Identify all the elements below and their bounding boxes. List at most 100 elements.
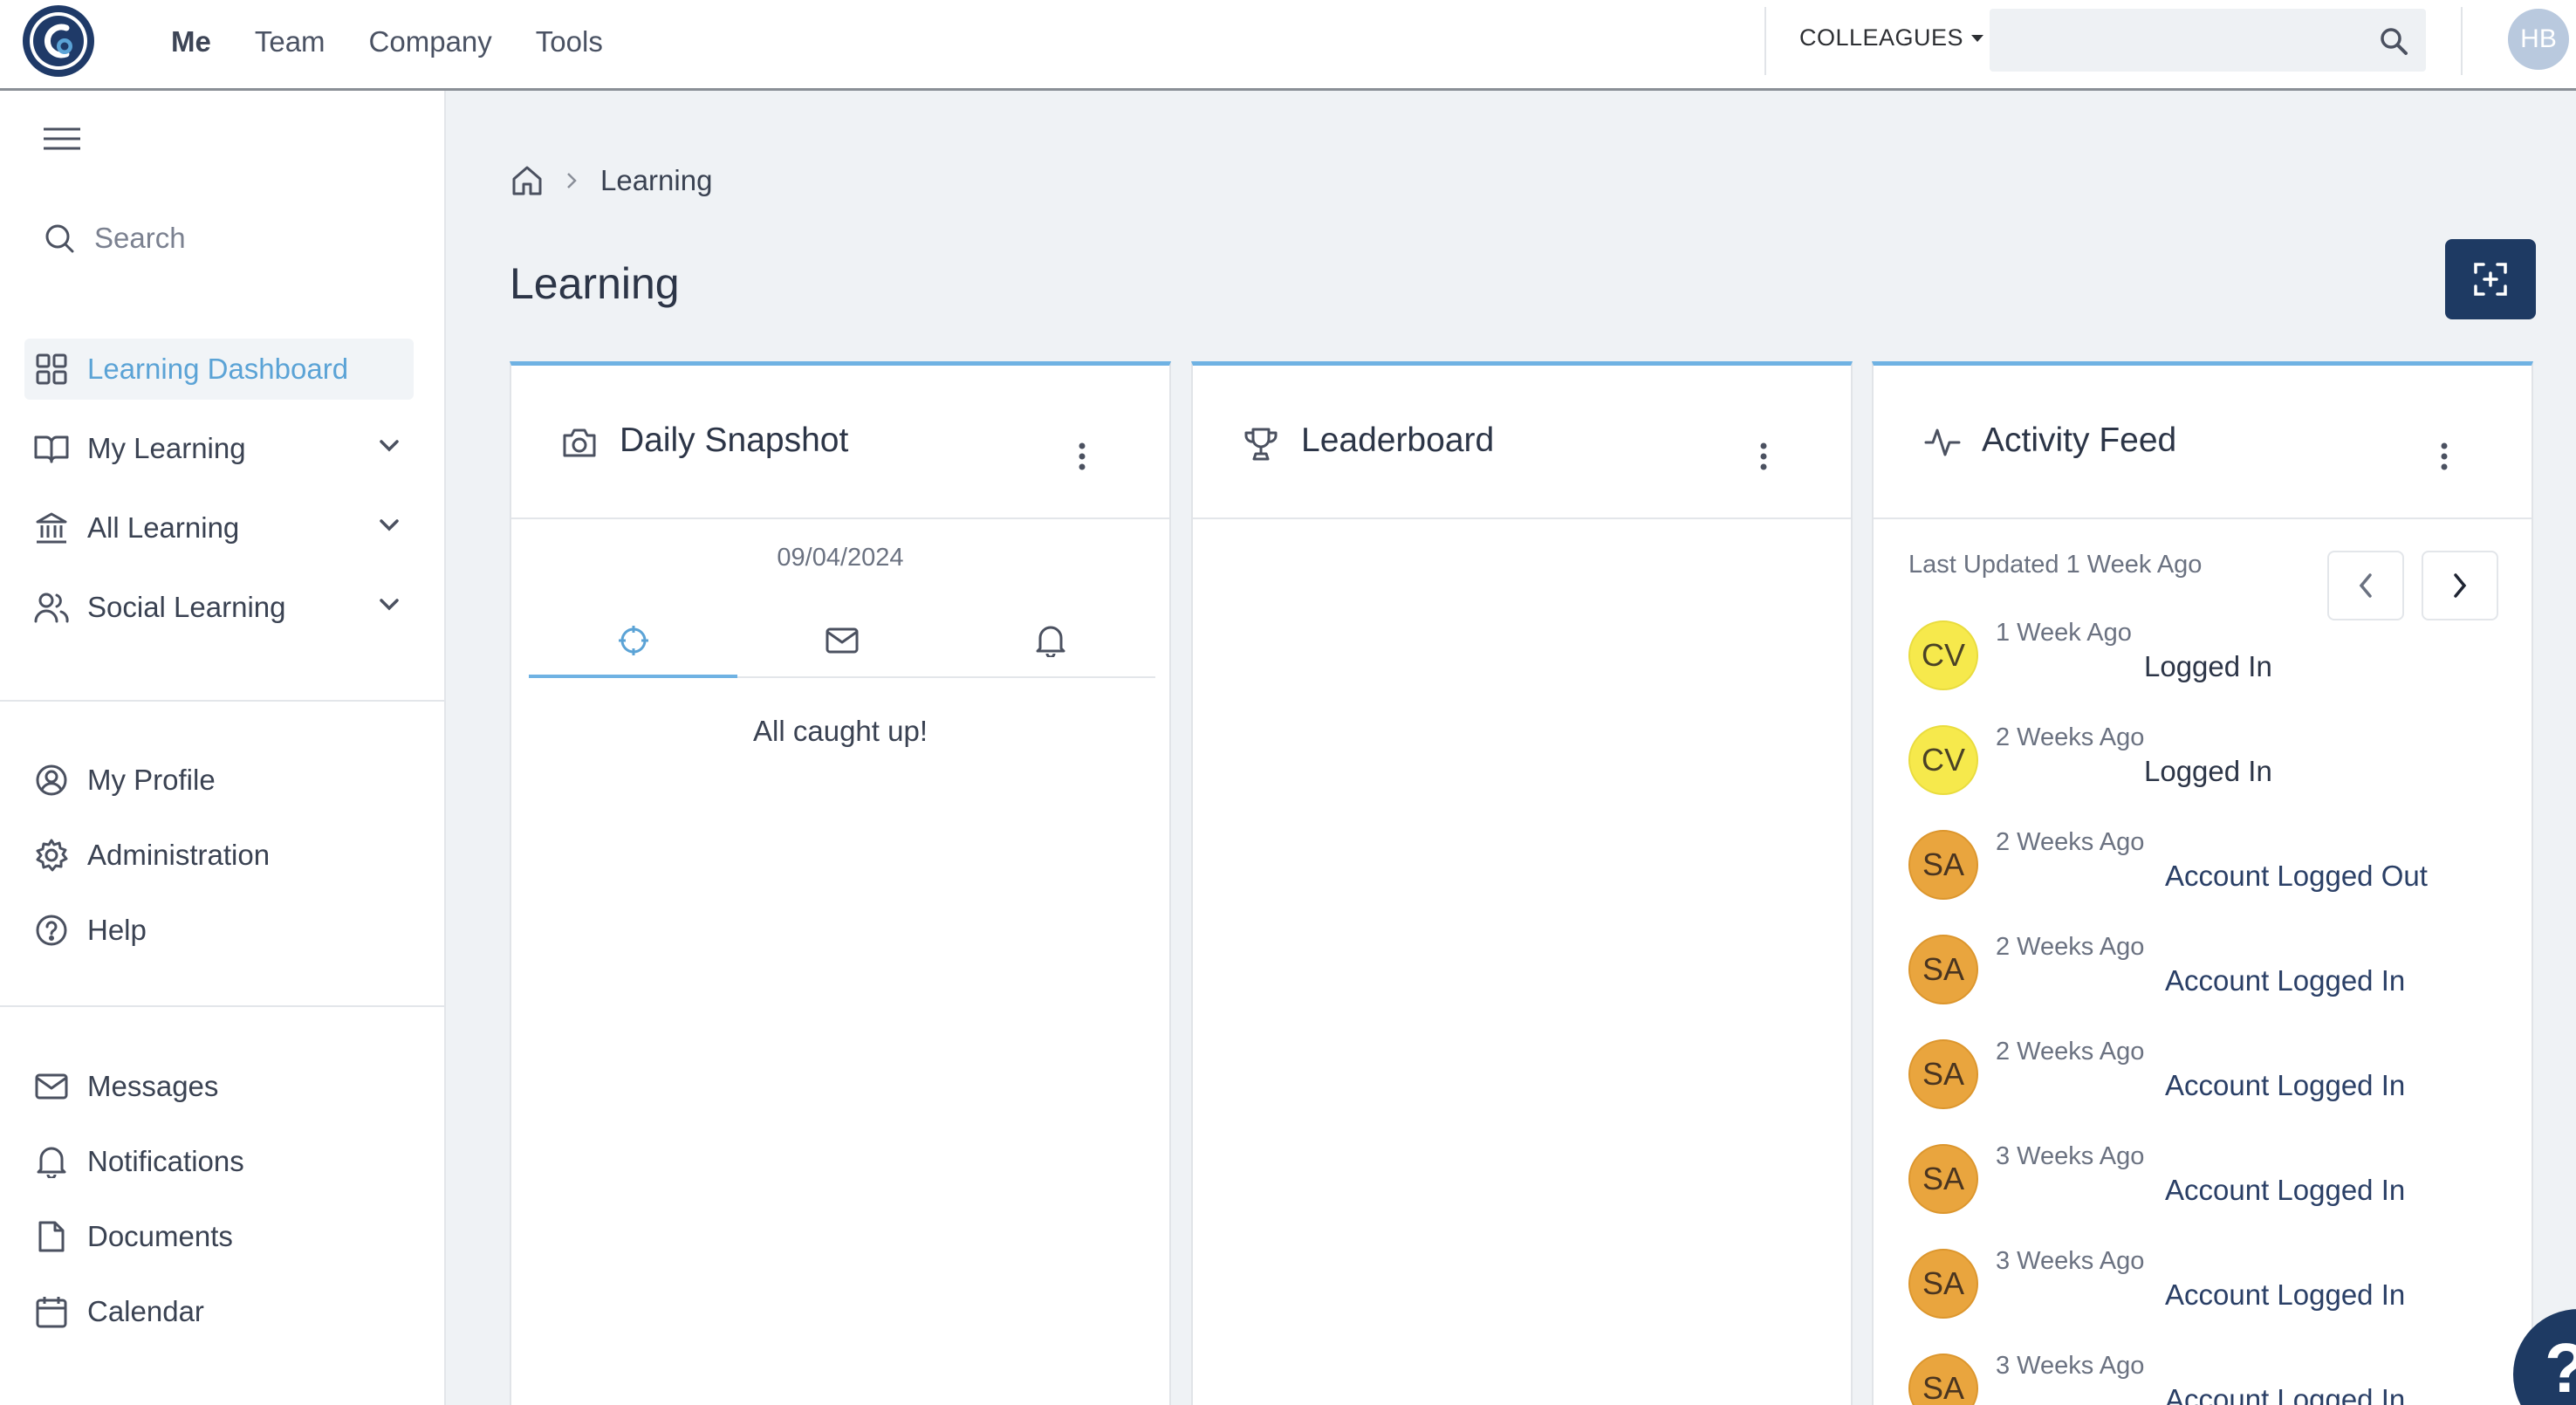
nav-tools[interactable]: Tools [536,25,647,58]
nav-company[interactable]: Company [369,25,536,58]
avatar[interactable]: SA [1908,1354,1978,1405]
avatar[interactable]: SA [1908,830,1978,900]
sidebar-item-label: Administration [87,839,271,871]
chevron-left-icon [2359,573,2372,598]
top-bar: Me Team Company Tools COLLEAGUES HB [0,0,2576,91]
activity-action: Account Logged In [2165,964,2406,997]
document-icon [33,1220,70,1253]
sidebar-item-learning-dashboard[interactable]: Learning Dashboard [24,339,414,400]
search-icon[interactable] [2379,26,2408,56]
sidebar-item-help[interactable]: Help [24,900,414,961]
more-options-icon[interactable] [2441,442,2448,470]
card-header: Activity Feed [1874,366,2531,519]
colleague-search-input[interactable] [1990,9,2426,72]
sidebar-item-all-learning[interactable]: All Learning [24,497,414,559]
divider [0,1005,444,1007]
sidebar-item-messages[interactable]: Messages [24,1056,414,1117]
activity-time: 3 Weeks Ago [1996,1247,2145,1275]
question-mark-icon: ? [2545,1328,2576,1405]
chevron-right-icon [565,171,578,190]
divider [1764,7,1766,75]
list-item: SA 3 Weeks Ago Account Logged In [1908,1134,2502,1238]
divider [0,700,444,702]
activity-action: Account Logged In [2165,1174,2406,1206]
calendar-icon [33,1295,70,1328]
activity-feed-card: Activity Feed Last Updated 1 Week Ago CV… [1872,361,2533,1405]
chevron-down-icon[interactable] [379,598,400,612]
daily-snapshot-card: Daily Snapshot 09/04/2024 All caught up! [510,361,1171,1405]
sidebar-item-documents[interactable]: Documents [24,1206,414,1267]
page-title: Learning [510,259,680,308]
avatar[interactable]: SA [1908,1144,1978,1214]
activity-time: 3 Weeks Ago [1996,1352,2145,1380]
help-circle-icon [33,914,70,947]
tab-goals[interactable] [529,605,738,678]
activity-time: 2 Weeks Ago [1996,933,2145,961]
avatar[interactable]: SA [1908,935,1978,1004]
sidebar-item-calendar[interactable]: Calendar [24,1281,414,1342]
sidebar-item-label: Help [87,914,147,946]
sidebar-item-label: Documents [87,1220,233,1252]
home-icon[interactable] [511,165,543,196]
chevron-down-icon[interactable] [379,439,400,453]
users-icon [33,592,70,623]
mail-icon [33,1073,70,1100]
chevron-down-icon[interactable] [379,518,400,532]
breadcrumb-current: Learning [600,164,713,196]
snapshot-tabs [529,605,1155,678]
sidebar-item-label: My Learning [87,432,246,464]
crosshair-icon [618,626,648,655]
leaderboard-card: Leaderboard [1191,361,1853,1405]
nav-me[interactable]: Me [171,25,211,58]
sidebar-item-my-learning[interactable]: My Learning [24,418,414,479]
library-icon [33,511,70,545]
snapshot-date: 09/04/2024 [777,544,904,572]
focus-mode-button[interactable] [2445,239,2536,319]
activity-action: Logged In [2144,755,2272,787]
avatar[interactable]: SA [1908,1249,1978,1319]
activity-icon [1924,427,1961,458]
focus-icon [2474,263,2507,296]
colleagues-dropdown[interactable]: COLLEAGUES [1799,24,1984,51]
sidebar-item-label: Calendar [87,1295,204,1327]
sidebar-item-notifications[interactable]: Notifications [24,1131,414,1192]
user-avatar[interactable]: HB [2508,9,2569,70]
nav-team[interactable]: Team [255,25,369,58]
activity-action: Account Logged In [2165,1278,2406,1311]
sidebar-item-label: All Learning [87,511,240,544]
more-options-icon[interactable] [1760,442,1767,470]
card-header: Leaderboard [1193,366,1851,519]
tab-notifications[interactable] [947,605,1155,676]
user-circle-icon [33,764,70,797]
avatar[interactable]: CV [1908,620,1978,690]
menu-icon[interactable] [42,126,82,152]
bell-icon [1036,626,1065,657]
sidebar-item-social-learning[interactable]: Social Learning [24,577,414,638]
activity-time: 1 Week Ago [1996,619,2132,647]
book-open-icon [33,434,70,463]
sidebar-item-administration[interactable]: Administration [24,825,414,886]
mail-icon [826,627,859,654]
divider [2461,7,2463,75]
breadcrumb: Learning [511,164,712,197]
activity-time: 2 Weeks Ago [1996,723,2145,751]
sidebar-item-label: Social Learning [87,591,286,623]
company-logo[interactable] [23,5,94,77]
empty-state-message: All caught up! [753,715,928,747]
sidebar-item-my-profile[interactable]: My Profile [24,750,414,811]
avatar[interactable]: CV [1908,725,1978,795]
card-title: Activity Feed [1982,422,2177,459]
more-options-icon[interactable] [1079,442,1086,470]
card-title: Daily Snapshot [620,422,849,459]
list-item: CV 1 Week Ago Logged In [1908,610,2502,715]
sidebar-item-label: My Profile [87,764,216,796]
avatar[interactable]: SA [1908,1039,1978,1109]
tab-messages[interactable] [737,605,946,676]
search-icon [45,224,74,253]
activity-time: 2 Weeks Ago [1996,1038,2145,1066]
camera-icon [562,427,597,458]
sidebar-search-input[interactable]: Search [44,222,186,255]
activity-action: Account Logged In [2165,1383,2406,1405]
sidebar-item-label: Notifications [87,1145,244,1177]
list-item: SA 3 Weeks Ago Account Logged In [1908,1343,2502,1405]
